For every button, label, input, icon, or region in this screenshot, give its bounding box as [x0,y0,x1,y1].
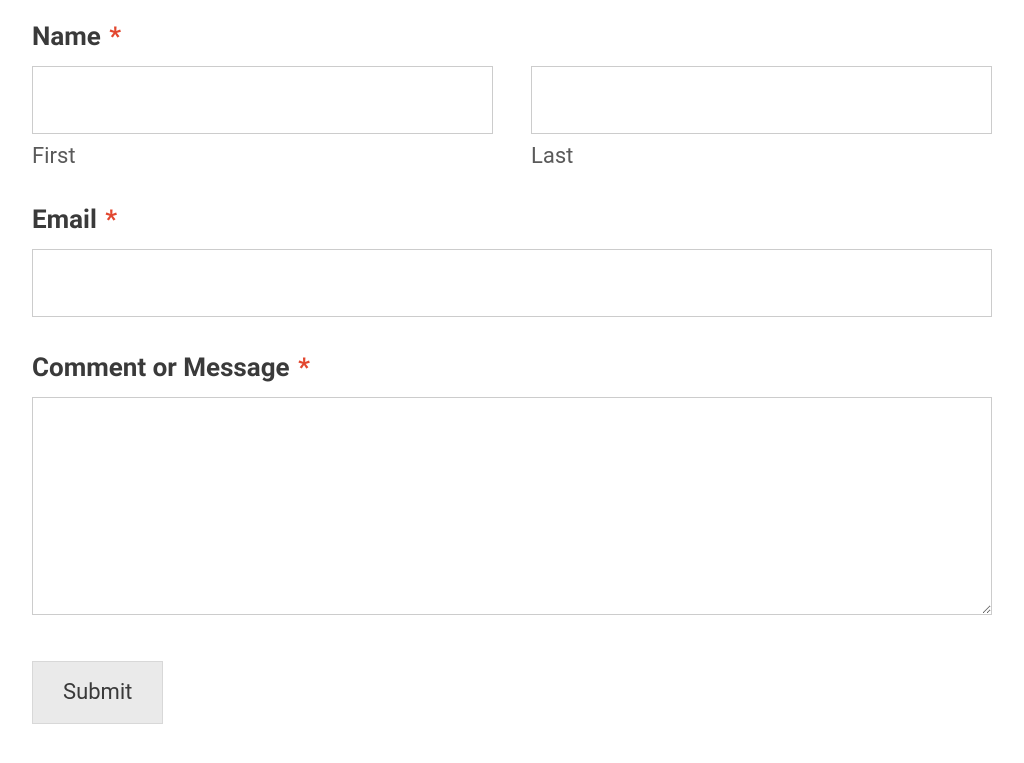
name-label-text: Name [32,22,101,52]
first-name-input[interactable] [32,66,493,134]
last-name-column: Last [531,66,992,169]
contact-form: Name * First Last Email * Comment or Mes… [0,0,1024,756]
first-name-sublabel: First [32,144,493,169]
last-name-sublabel: Last [531,144,992,169]
email-label: Email * [32,205,992,235]
message-label: Comment or Message * [32,353,992,383]
first-name-column: First [32,66,493,169]
name-label: Name * [32,22,992,52]
submit-button[interactable]: Submit [32,661,163,724]
name-required-asterisk: * [109,22,121,52]
message-field-group: Comment or Message * [32,353,992,619]
email-input[interactable] [32,249,992,317]
email-field-group: Email * [32,205,992,317]
name-field-group: Name * First Last [32,22,992,169]
message-required-asterisk: * [298,353,310,383]
message-textarea[interactable] [32,397,992,615]
last-name-input[interactable] [531,66,992,134]
name-input-row: First Last [32,66,992,169]
email-required-asterisk: * [105,205,117,235]
message-label-text: Comment or Message [32,353,290,383]
email-label-text: Email [32,205,97,235]
